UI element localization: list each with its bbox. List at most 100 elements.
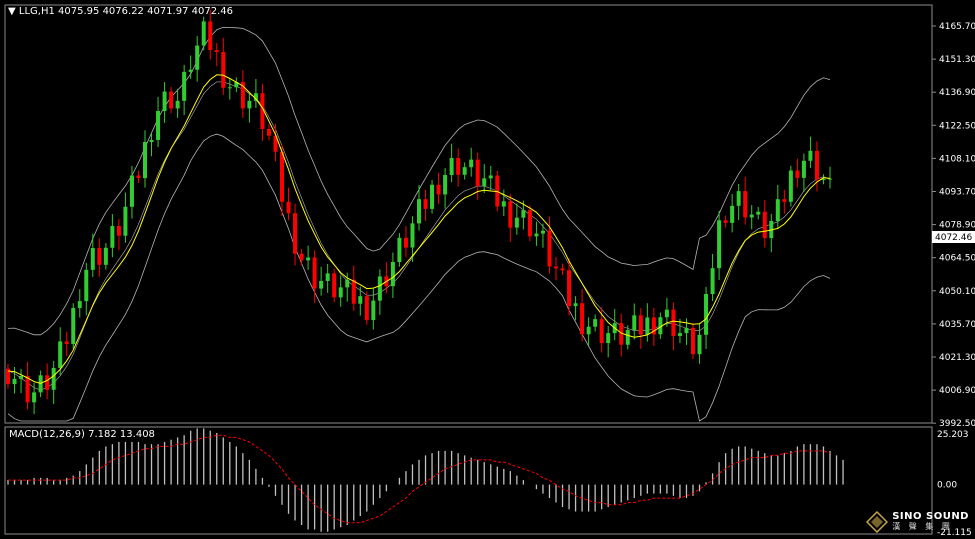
candle-body xyxy=(560,268,565,271)
candle-body xyxy=(684,327,689,334)
candle-body xyxy=(469,159,474,168)
candle-body xyxy=(169,91,174,109)
candle-body xyxy=(554,266,558,269)
candle-body xyxy=(116,225,121,236)
candle-body xyxy=(508,201,513,228)
candle-body xyxy=(443,175,448,195)
candle-body xyxy=(129,175,134,207)
price-tick-label: 4078.90 xyxy=(939,221,975,231)
candle-body xyxy=(664,309,669,318)
candle-body xyxy=(749,214,754,218)
candle-body xyxy=(782,199,787,202)
candle-body xyxy=(312,257,317,289)
candle-body xyxy=(677,333,682,336)
price-tick-label: 4108.10 xyxy=(939,154,975,164)
candle-body xyxy=(38,375,43,393)
candle-body xyxy=(195,45,200,70)
macd-tick-label: 25.203 xyxy=(937,430,969,440)
price-tick-label: 3992.50 xyxy=(939,419,975,429)
candle-body xyxy=(299,253,304,261)
candle-body xyxy=(638,315,643,335)
price-tick-label: 4122.50 xyxy=(939,121,975,131)
candle-body xyxy=(456,157,461,175)
candle-body xyxy=(293,213,298,254)
price-tick-label: 4050.10 xyxy=(939,287,975,297)
price-tick-label: 4093.70 xyxy=(939,188,975,198)
candle-body xyxy=(51,367,56,390)
candle-body xyxy=(430,184,435,209)
candle-body xyxy=(58,341,63,368)
candle-body xyxy=(12,378,17,385)
candle-body xyxy=(547,230,552,267)
candle-body xyxy=(325,273,330,281)
candle-body xyxy=(788,170,793,202)
candle-body xyxy=(188,69,193,72)
candle-body xyxy=(227,87,232,89)
candle-body xyxy=(625,330,630,345)
candle-body xyxy=(671,309,676,336)
candle-body xyxy=(697,334,702,355)
candle-body xyxy=(280,151,284,202)
watermark-title: SINO SOUND xyxy=(892,511,969,522)
candle-body xyxy=(45,375,50,390)
candle-body xyxy=(632,315,637,331)
candle-body xyxy=(501,201,506,207)
candle-body xyxy=(351,279,356,304)
candle-body xyxy=(795,170,800,178)
candle-body xyxy=(123,206,128,236)
chart-header: ▼ LLG,H1 4075.95 4076.22 4071.97 4072.46 xyxy=(8,6,233,18)
candle-body xyxy=(84,269,89,302)
candle-body xyxy=(730,205,735,223)
candle-body xyxy=(527,210,532,237)
price-tick-label: 4064.50 xyxy=(939,254,975,264)
dropdown-arrow-icon[interactable]: ▼ xyxy=(8,6,16,17)
candle-body xyxy=(201,21,206,46)
candle-body xyxy=(417,199,421,224)
candle-body xyxy=(423,199,428,209)
candle-body xyxy=(606,333,611,344)
candle-body xyxy=(717,220,722,269)
candle-body xyxy=(710,268,715,294)
candle-body xyxy=(462,167,467,175)
macd-header: MACD(12,26,9) 7.182 13.408 xyxy=(9,429,155,441)
macd-label: MACD(12,26,9) 7.182 13.408 xyxy=(9,429,155,440)
watermark-subtitle: 漢 聲 集 團 xyxy=(892,522,953,531)
candle-body xyxy=(332,273,337,298)
symbol-label: LLG,H1 xyxy=(18,6,55,17)
candle-body xyxy=(593,319,598,327)
candle-body xyxy=(25,376,30,403)
candle-body xyxy=(64,341,69,345)
candle-body xyxy=(266,129,271,136)
current-price-label: 4072.46 xyxy=(935,233,972,243)
candle-body xyxy=(71,307,76,345)
candle-body xyxy=(143,142,147,179)
candle-body xyxy=(156,111,161,140)
candle-body xyxy=(482,178,487,186)
price-tick-label: 4035.70 xyxy=(939,320,975,330)
candle-body xyxy=(247,100,252,109)
candle-body xyxy=(475,159,480,186)
candle-body xyxy=(756,211,761,215)
candle-body xyxy=(567,270,572,307)
candle-body xyxy=(377,276,382,301)
candle-body xyxy=(540,230,545,234)
candle-body xyxy=(110,225,115,248)
candle-body xyxy=(162,91,167,112)
candle-body xyxy=(182,71,187,101)
macd-tick-label: 0.00 xyxy=(937,481,957,491)
candle-body xyxy=(814,150,819,180)
diamond-logo-icon xyxy=(866,511,889,533)
candle-body xyxy=(743,191,748,218)
price-tick-label: 4021.30 xyxy=(939,353,975,363)
candle-body xyxy=(762,211,767,239)
price-tick-label: 4151.30 xyxy=(939,55,975,65)
candle-body xyxy=(364,296,369,321)
candle-body xyxy=(599,319,604,344)
candle-body xyxy=(704,294,709,335)
candle-body xyxy=(534,233,539,237)
candle-body xyxy=(214,50,219,52)
candle-body xyxy=(586,326,591,335)
candle-body xyxy=(175,100,180,109)
candle-body xyxy=(403,237,408,248)
price-tick-label: 4165.70 xyxy=(939,22,975,32)
